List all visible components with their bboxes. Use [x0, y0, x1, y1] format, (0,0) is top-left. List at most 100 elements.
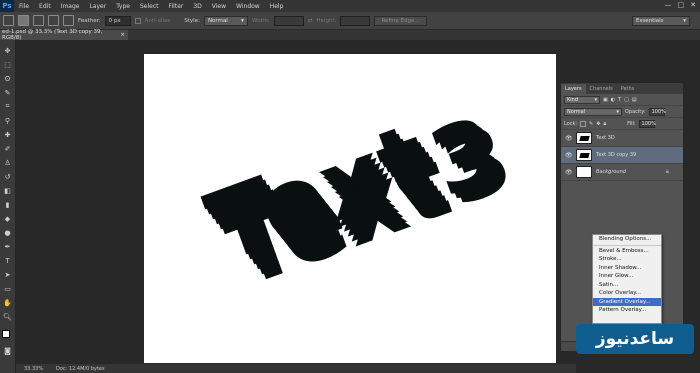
style-label: Style:: [184, 17, 200, 24]
clone-stamp-tool-icon[interactable]: ♙: [3, 158, 12, 167]
swap-icon[interactable]: ⇄: [308, 18, 313, 24]
move-tool-icon[interactable]: ✥: [3, 46, 12, 55]
tab-channels[interactable]: Channels: [586, 84, 617, 94]
foreground-color-swatch[interactable]: [2, 330, 10, 338]
menu-item-bevel-emboss[interactable]: Bevel & Emboss...: [593, 247, 661, 256]
layer-row[interactable]: 👁︎ Background 🔒︎: [561, 164, 683, 181]
eraser-tool-icon[interactable]: ◧: [3, 186, 12, 195]
chevron-down-icon: ▾: [594, 96, 597, 103]
menu-window[interactable]: Window: [231, 3, 265, 10]
filter-pixel-icon[interactable]: ▣: [603, 97, 608, 103]
blend-mode-value: Normal: [567, 108, 586, 115]
tab-layers[interactable]: Layers: [561, 84, 586, 94]
layer-row-selected[interactable]: 👁︎ Text 3D copy 39: [561, 147, 683, 164]
menu-image[interactable]: Image: [56, 3, 85, 10]
workspace-select[interactable]: Essentials ▾: [632, 16, 690, 26]
filter-value: Kind: [567, 96, 579, 103]
layer-name: Text 3D: [596, 135, 615, 141]
filter-shape-icon[interactable]: ▢: [624, 97, 629, 103]
feather-input[interactable]: 0 px: [104, 15, 131, 26]
zoom-level[interactable]: 33.33%: [16, 366, 56, 372]
layer-row[interactable]: 👁︎ Text 3D: [561, 130, 683, 147]
zoom-tool-icon[interactable]: 🔍︎: [3, 312, 12, 321]
doc-info: Doc: 12.4M/0 bytes: [56, 365, 105, 372]
pen-tool-icon[interactable]: ✒: [3, 242, 12, 251]
blur-tool-icon[interactable]: ◆: [3, 214, 12, 223]
path-selection-tool-icon[interactable]: ➤: [3, 270, 12, 279]
visibility-eye-icon[interactable]: 👁︎: [565, 152, 573, 159]
menu-item-satin[interactable]: Satin...: [593, 281, 661, 290]
subtract-selection-icon[interactable]: [48, 15, 59, 26]
menu-item-stroke[interactable]: Stroke...: [593, 255, 661, 264]
menu-help[interactable]: Help: [265, 3, 289, 10]
hand-tool-icon[interactable]: ✋: [3, 298, 12, 307]
healing-brush-tool-icon[interactable]: ✚: [3, 130, 12, 139]
dodge-tool-icon[interactable]: ●: [3, 228, 12, 237]
history-brush-tool-icon[interactable]: ↺: [3, 172, 12, 181]
width-input[interactable]: [273, 15, 304, 26]
filter-adjustment-icon[interactable]: ◐: [611, 97, 615, 103]
menu-file[interactable]: File: [14, 3, 34, 10]
menu-view[interactable]: View: [207, 3, 231, 10]
canvas-artwork: Text Text Text Text Text Text 3 3 3: [194, 96, 526, 309]
fill-input[interactable]: 100%: [638, 119, 656, 128]
add-to-selection-icon[interactable]: [33, 15, 44, 26]
brush-tool-icon[interactable]: ✐: [3, 144, 12, 153]
menu-item-inner-glow[interactable]: Inner Glow...: [593, 272, 661, 281]
document-canvas[interactable]: Text Text Text Text Text Text 3 3 3: [144, 54, 556, 363]
close-tab-icon[interactable]: ×: [120, 32, 125, 38]
blend-mode-select[interactable]: Normal ▾: [564, 107, 622, 116]
lock-label: Lock:: [564, 120, 578, 127]
gradient-tool-icon[interactable]: ▮: [3, 200, 12, 209]
minimize-icon[interactable]: —: [665, 1, 672, 9]
menu-layer[interactable]: Layer: [84, 3, 111, 10]
document-tab[interactable]: ed-1.psd @ 33.3% (Text 3D copy 39, RGB/8…: [0, 29, 128, 41]
menu-filter[interactable]: Filter: [164, 3, 189, 10]
refine-edge-button[interactable]: Refine Edge...: [374, 15, 427, 26]
shape-tool-icon[interactable]: ▭: [3, 284, 12, 293]
lasso-tool-icon[interactable]: ʘ: [3, 74, 12, 83]
new-selection-icon[interactable]: [18, 15, 29, 26]
feather-label: Feather:: [78, 17, 101, 24]
lock-position-icon[interactable]: ✥: [596, 121, 600, 127]
quick-select-tool-icon[interactable]: ✎: [3, 88, 12, 97]
eyedropper-tool-icon[interactable]: ⚲: [3, 116, 12, 125]
layer-name: Text 3D copy 39: [596, 152, 637, 158]
menu-item-gradient-overlay[interactable]: Gradient Overlay...: [593, 297, 661, 306]
menu-item-pattern-overlay[interactable]: Pattern Overlay...: [593, 306, 661, 315]
layer-filter-select[interactable]: Kind ▾: [564, 95, 600, 104]
menu-select[interactable]: Select: [135, 3, 164, 10]
menu-item-blending-options[interactable]: Blending Options...: [593, 235, 661, 244]
height-input[interactable]: [340, 15, 371, 26]
antialias-checkbox[interactable]: [134, 17, 141, 24]
restore-icon[interactable]: □: [678, 1, 685, 9]
filter-type-icon[interactable]: T: [618, 97, 621, 103]
layer-thumbnail: [576, 166, 592, 178]
menu-item-inner-shadow[interactable]: Inner Shadow...: [593, 264, 661, 273]
visibility-eye-icon[interactable]: 👁︎: [565, 135, 573, 142]
width-label: Width:: [251, 17, 270, 24]
window-controls: — □ ✕: [665, 1, 697, 9]
lock-transparent-icon[interactable]: [580, 120, 587, 127]
layer-filter-row: Kind ▾ ▣ ◐ T ▢ ▤: [561, 94, 683, 106]
menu-separator: [593, 244, 661, 246]
marquee-tool-icon[interactable]: ⬚: [3, 60, 12, 69]
quick-mask-icon[interactable]: ◙: [3, 346, 12, 355]
close-icon[interactable]: ✕: [690, 1, 696, 9]
menu-type[interactable]: Type: [111, 3, 135, 10]
opacity-input[interactable]: 100%: [648, 107, 666, 116]
intersect-selection-icon[interactable]: [63, 15, 74, 26]
menu-edit[interactable]: Edit: [34, 3, 56, 10]
style-select[interactable]: Normal ▾: [203, 15, 248, 26]
type-tool-icon[interactable]: T: [3, 256, 12, 265]
menu-item-color-overlay[interactable]: Color Overlay...: [593, 289, 661, 298]
marquee-tool-preset-icon[interactable]: [3, 15, 14, 26]
visibility-eye-icon[interactable]: 👁︎: [565, 169, 573, 176]
filter-smart-object-icon[interactable]: ▤: [632, 97, 637, 103]
menu-3d[interactable]: 3D: [188, 3, 206, 10]
lock-all-icon[interactable]: 🔒︎: [604, 121, 607, 127]
lock-pixels-icon[interactable]: ✎: [589, 121, 593, 127]
crop-tool-icon[interactable]: ⌗: [3, 102, 12, 111]
tab-paths[interactable]: Paths: [617, 84, 639, 94]
document-tab-title: ed-1.psd @ 33.3% (Text 3D copy 39, RGB/8…: [2, 29, 103, 41]
